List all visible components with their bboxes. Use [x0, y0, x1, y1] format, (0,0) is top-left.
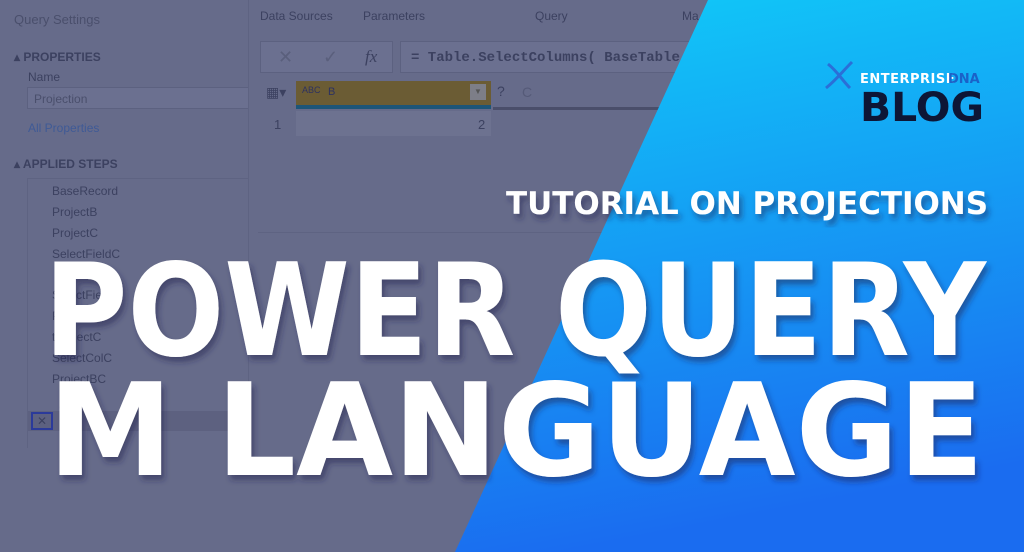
blog-label: BLOG [860, 85, 984, 131]
headline-line2: M LANGUAGE [48, 357, 984, 506]
kicker-title: TUTORIAL ON PROJECTIONS [506, 186, 988, 222]
blue-diagonal-panel: ENTERPRISE DNA BLOG TUTORIAL ON PROJECTI… [44, 0, 1024, 552]
